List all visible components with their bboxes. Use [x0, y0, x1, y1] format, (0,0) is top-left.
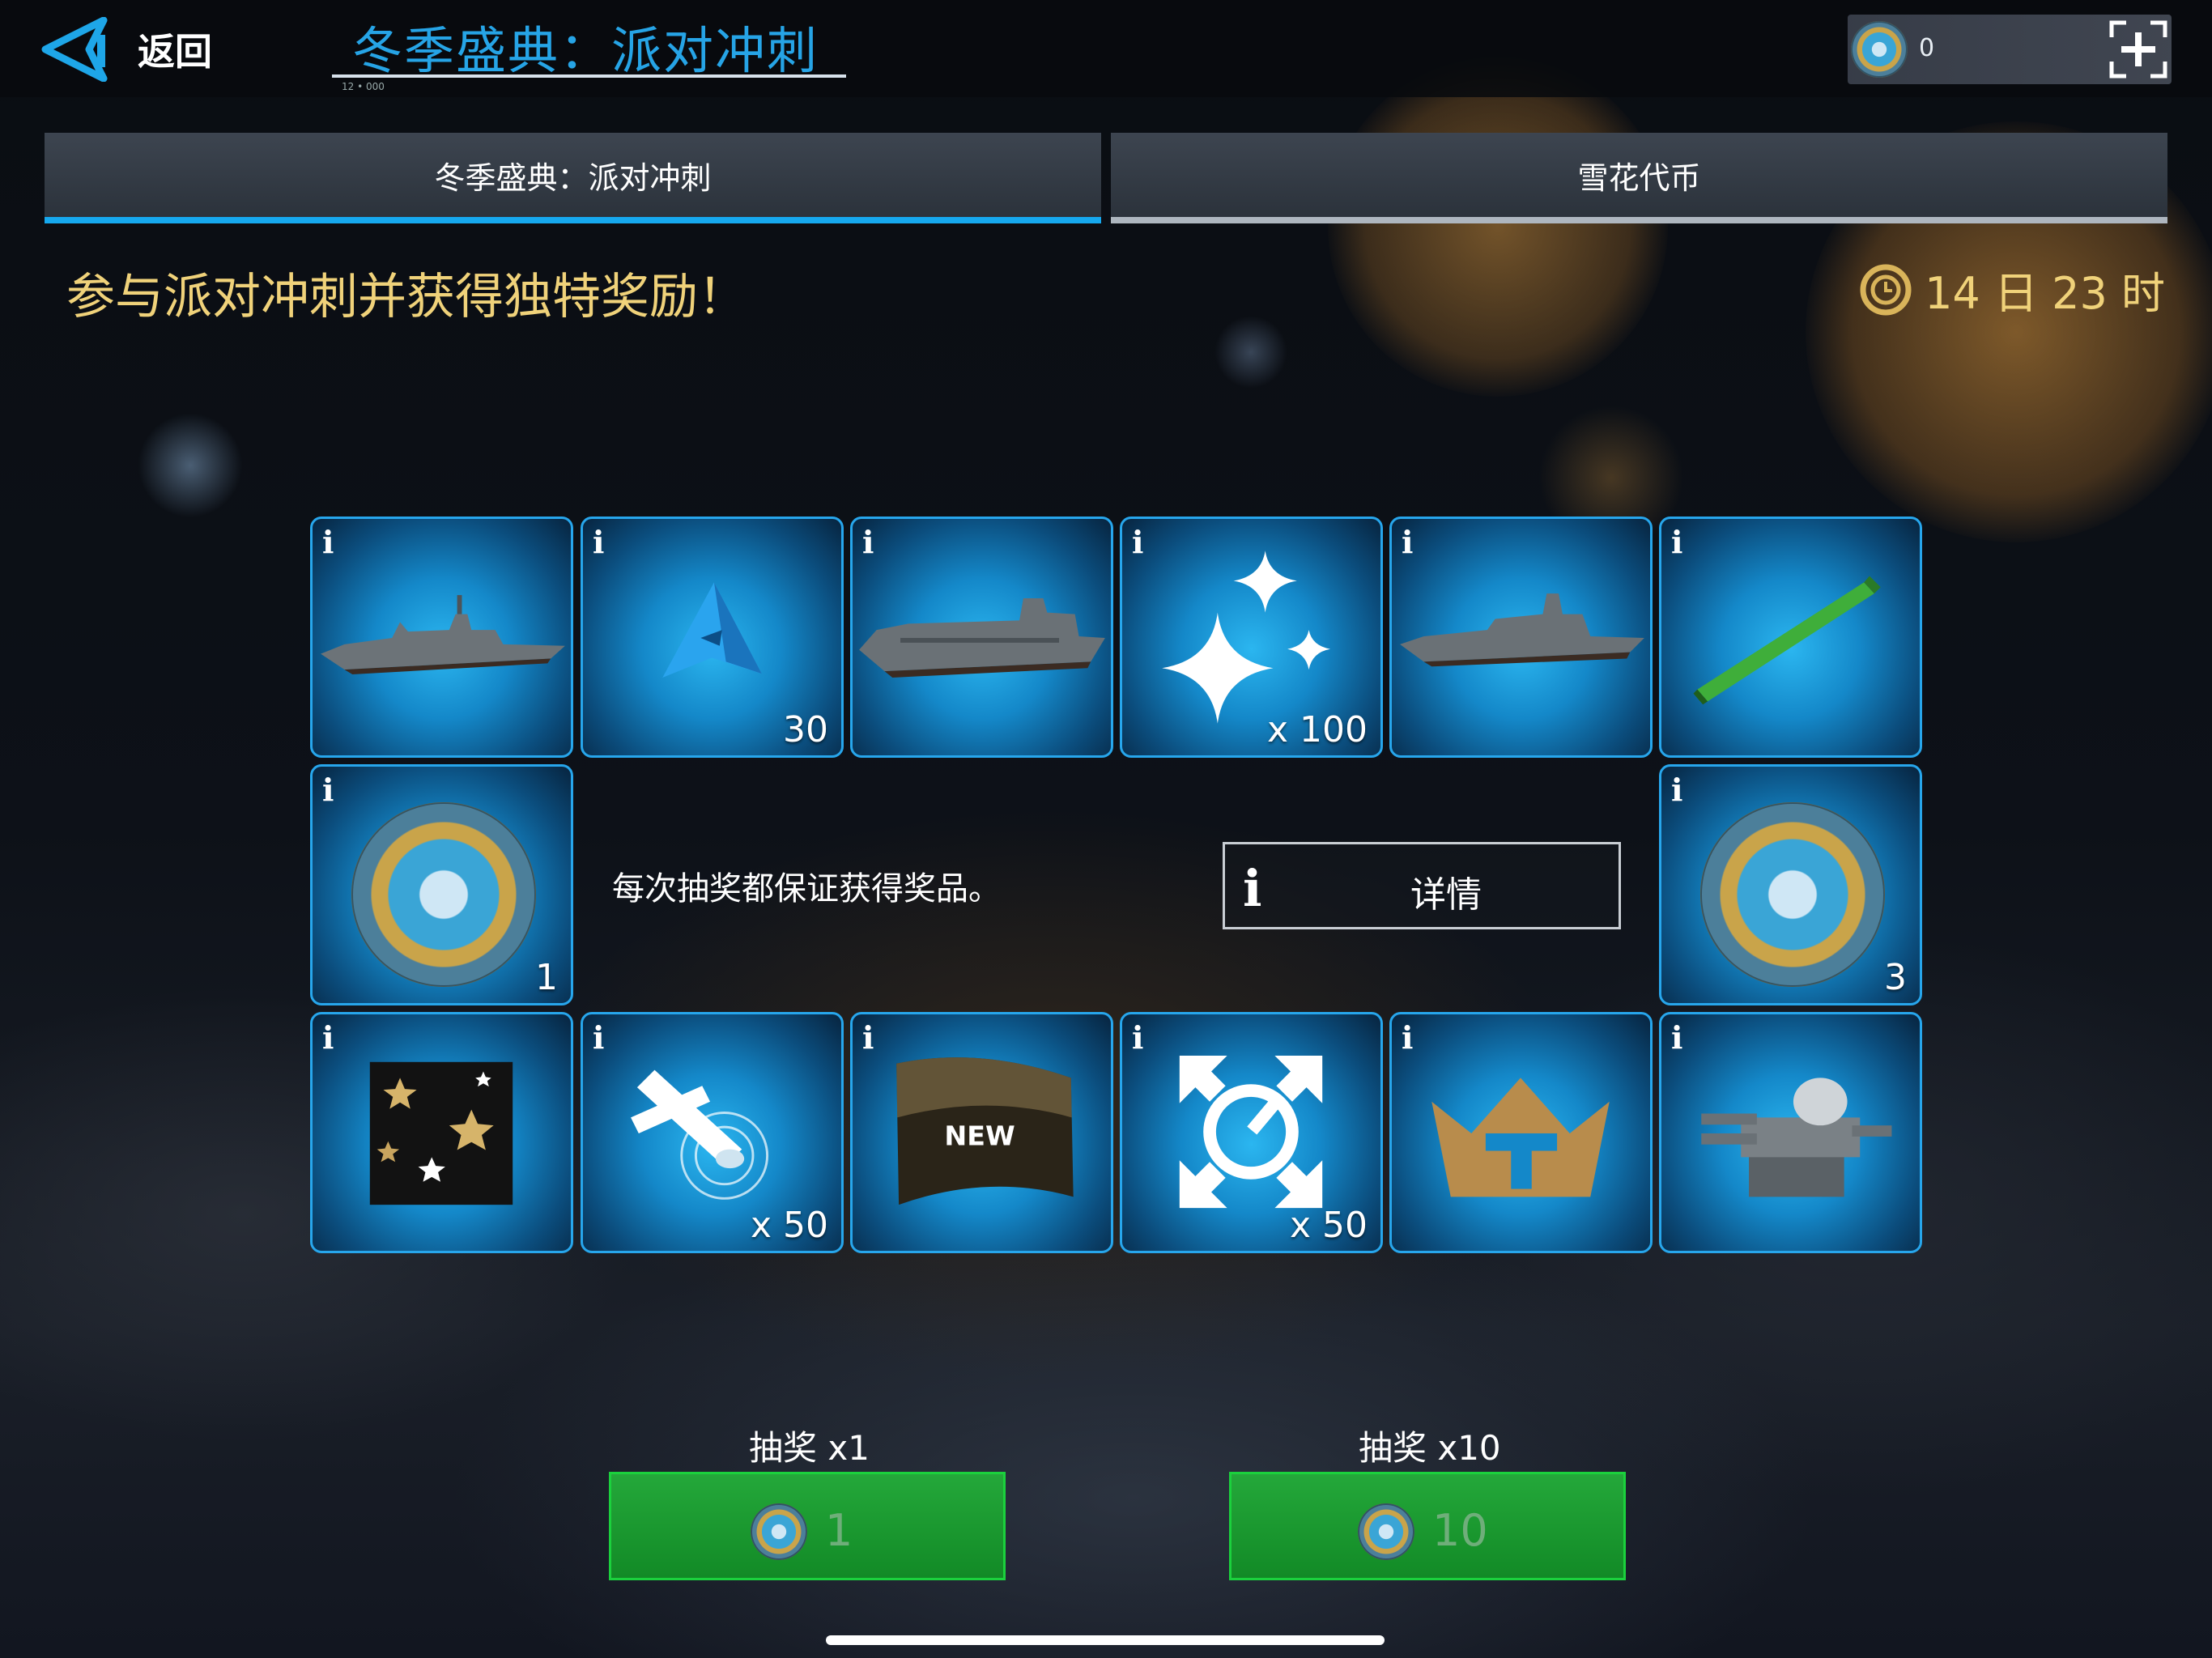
tab-snowflake-tokens[interactable]: 雪花代币: [1111, 133, 2167, 223]
tab-party-sprint[interactable]: 冬季盛典：派对冲刺: [45, 133, 1101, 223]
draw-x1-label: 抽奖 x1: [749, 1428, 870, 1468]
new-year-flag-icon: NEW: [896, 1057, 1074, 1205]
reward-tile-scope-boost[interactable]: i x 50: [581, 1012, 844, 1253]
reward-tile-blue-token[interactable]: i 30: [581, 517, 844, 758]
info-icon[interactable]: i: [1671, 1019, 1682, 1056]
info-icon[interactable]: i: [862, 524, 874, 560]
torpedo-icon: [1693, 576, 1881, 705]
star-camo-icon: [369, 1061, 513, 1205]
page-title: 冬季盛典：派对冲刺: [352, 21, 819, 80]
reward-tile-sparkles[interactable]: i x 100: [1120, 517, 1383, 758]
plus-bracket-icon: [2109, 20, 2167, 79]
info-icon[interactable]: i: [1132, 1019, 1143, 1056]
info-icon[interactable]: i: [322, 524, 334, 560]
draw-cost: 1: [825, 1505, 853, 1556]
info-icon[interactable]: i: [593, 524, 604, 560]
draw-x10-button[interactable]: 10: [1229, 1472, 1626, 1580]
reward-quantity: x 50: [1289, 1205, 1368, 1246]
aircraft-carrier-icon: [859, 597, 1105, 678]
reward-quantity: x 100: [1266, 709, 1368, 750]
snowflake-coin-icon: [1358, 1503, 1414, 1560]
draw-cost: 10: [1432, 1505, 1488, 1556]
snowflake-coin-icon: [1851, 21, 1908, 78]
reward-quantity: 3: [1884, 957, 1907, 998]
info-icon[interactable]: i: [1671, 772, 1682, 808]
event-timer: 14 日 23 时: [1860, 257, 2165, 321]
title-subtext: 12 • 000: [342, 81, 385, 92]
snowflake-coin-icon: [751, 1503, 807, 1560]
reward-tile-star-camo[interactable]: i: [310, 1012, 573, 1253]
home-indicator: [826, 1635, 1385, 1645]
draw-x10-label: 抽奖 x10: [1359, 1428, 1501, 1468]
back-button[interactable]: 返回: [40, 15, 212, 84]
reward-tile-turret[interactable]: i: [1659, 1012, 1922, 1253]
title-underline: 冬季盛典：派对冲刺 12 • 000: [332, 5, 846, 92]
draw-x1-button[interactable]: 1: [609, 1472, 1006, 1580]
reward-quantity: x 50: [750, 1205, 828, 1246]
info-icon[interactable]: i: [322, 772, 334, 808]
info-icon[interactable]: i: [1132, 524, 1143, 560]
snowflake-coin-icon: [351, 802, 536, 987]
reward-quantity: 30: [783, 709, 828, 750]
reward-quantity: 1: [535, 957, 558, 998]
warship-icon: [1400, 593, 1644, 667]
add-currency-button[interactable]: [2108, 19, 2168, 79]
warship-icon: [321, 595, 565, 675]
top-bar: 返回 冬季盛典：派对冲刺 12 • 000 0: [0, 0, 2212, 97]
currency-value: 0: [1919, 34, 1935, 62]
info-icon[interactable]: i: [1402, 1019, 1413, 1056]
event-headline: 参与派对冲刺并获得独特奖励！: [66, 269, 747, 325]
turret-icon: [1701, 1078, 1892, 1197]
reward-tile-warship-2[interactable]: i: [1389, 517, 1653, 758]
details-label: 详情: [1410, 874, 1482, 916]
clock-icon: [1860, 264, 1912, 315]
details-button[interactable]: i 详情: [1223, 842, 1621, 929]
timer-text: 14 日 23 时: [1925, 268, 2165, 319]
reward-tile-aircraft-carrier[interactable]: i: [850, 517, 1113, 758]
info-icon[interactable]: i: [1671, 524, 1682, 560]
guarantee-text: 每次抽奖都保证获得奖品。: [612, 870, 1001, 908]
reward-tile-green-torpedo[interactable]: i: [1659, 517, 1922, 758]
reward-tile-new-year-flag[interactable]: NEW i: [850, 1012, 1113, 1253]
svg-text:NEW: NEW: [944, 1120, 1015, 1152]
back-arrow-icon: [40, 17, 113, 82]
reward-tile-crown[interactable]: i: [1389, 1012, 1653, 1253]
bokeh-light: [138, 413, 243, 518]
bokeh-light: [1214, 316, 1287, 389]
crown-icon: [1431, 1078, 1610, 1197]
info-icon[interactable]: i: [862, 1019, 874, 1056]
currency-display: 0: [1848, 15, 2172, 84]
reward-tile-snowflake-coin[interactable]: i 3: [1659, 764, 1922, 1005]
reward-tile-snowflake-coin[interactable]: i 1: [310, 764, 573, 1005]
back-label: 返回: [138, 30, 212, 74]
reward-tile-repair-boost[interactable]: i x 50: [1120, 1012, 1383, 1253]
info-icon[interactable]: i: [593, 1019, 604, 1056]
reward-tile-warship[interactable]: i: [310, 517, 573, 758]
snowflake-coin-icon: [1700, 802, 1885, 987]
bokeh-light: [1328, 57, 1668, 397]
info-icon[interactable]: i: [1402, 524, 1413, 560]
info-icon[interactable]: i: [322, 1019, 334, 1056]
